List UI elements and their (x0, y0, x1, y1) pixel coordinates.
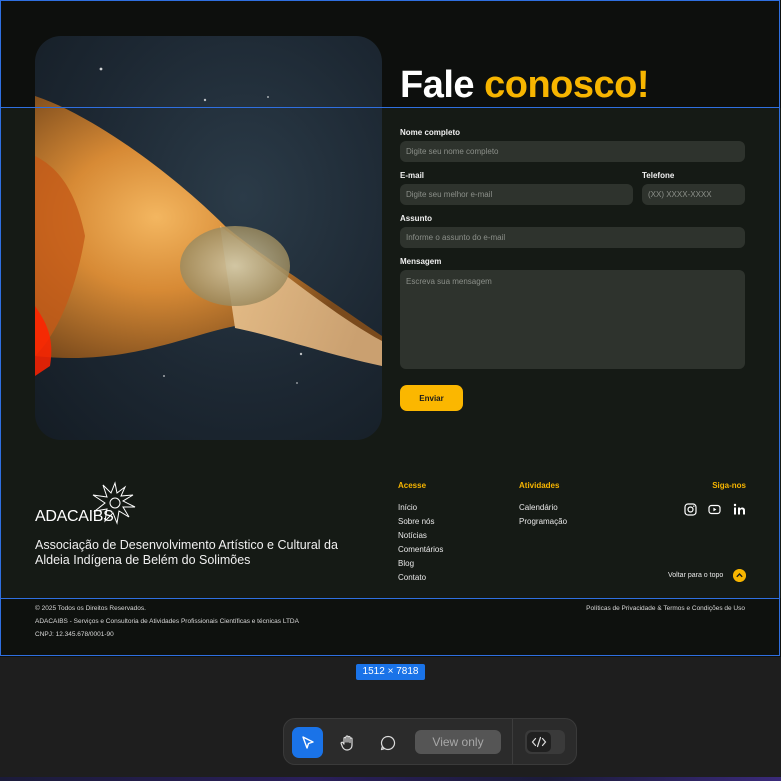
title-part-white: Fale (400, 64, 475, 106)
name-input[interactable] (400, 141, 745, 162)
code-toggle-knob (527, 732, 551, 752)
view-only-button[interactable]: View only (415, 730, 501, 754)
editor-toolbar: View only (283, 718, 577, 765)
logo-text: ADACAIBS (35, 508, 114, 525)
activities-title: Atividades (519, 481, 560, 490)
access-link-contato[interactable]: Contato (398, 571, 443, 585)
access-link-sobre[interactable]: Sobre nós (398, 515, 443, 529)
chevron-up-icon[interactable] (733, 569, 746, 582)
comment-tool-button[interactable] (372, 727, 403, 758)
frame-size-badge: 1512 × 7818 (356, 664, 425, 680)
email-input[interactable] (400, 184, 633, 205)
association-name: Associação de Desenvolvimento Artístico … (35, 538, 338, 567)
access-link-comentarios[interactable]: Comentários (398, 543, 443, 557)
access-link-inicio[interactable]: Início (398, 501, 443, 515)
access-link-noticias[interactable]: Notícias (398, 529, 443, 543)
activities-list: Calendário Programação (519, 501, 567, 529)
dolphin-photo (35, 36, 382, 440)
policies-link[interactable]: Políticas de Privacidade & Termos e Cond… (586, 605, 745, 612)
access-link-blog[interactable]: Blog (398, 557, 443, 571)
subject-label: Assunto (400, 214, 432, 223)
activities-link-calendario[interactable]: Calendário (519, 501, 567, 515)
back-to-top-label[interactable]: Voltar para o topo (668, 572, 723, 579)
social-title: Siga-nos (712, 481, 746, 490)
phone-input[interactable] (642, 184, 745, 205)
send-button[interactable]: Enviar (400, 385, 463, 411)
title-part-yellow: conosco! (484, 64, 650, 106)
access-list: Início Sobre nós Notícias Comentários Bl… (398, 501, 443, 585)
page-title: Fale conosco! (400, 64, 650, 107)
select-tool-button[interactable] (292, 727, 323, 758)
email-label: E-mail (400, 171, 425, 180)
activities-link-programacao[interactable]: Programação (519, 515, 567, 529)
copyright-text: © 2025 Todos os Direitos Reservados. (35, 605, 146, 612)
toolbar-divider (512, 719, 513, 764)
youtube-icon[interactable] (708, 503, 721, 516)
cnpj-text: CNPJ: 12.345.678/0001-90 (35, 631, 114, 638)
company-text: ADACAIBS - Serviços e Consultoria de Ati… (35, 618, 299, 625)
instagram-icon[interactable] (684, 503, 697, 516)
hand-icon (340, 734, 353, 751)
page-frame: Fale conosco! Nome completo E-mail Telef… (0, 0, 781, 657)
message-label: Mensagem (400, 257, 442, 266)
code-icon (531, 736, 547, 748)
hand-tool-button[interactable] (332, 727, 363, 758)
comment-icon (380, 735, 395, 750)
code-view-toggle[interactable] (525, 730, 565, 754)
name-label: Nome completo (400, 128, 461, 137)
cursor-icon (301, 735, 314, 749)
subject-input[interactable] (400, 227, 745, 248)
window-bottom-edge (0, 777, 781, 781)
phone-label: Telefone (642, 171, 675, 180)
message-textarea[interactable] (400, 270, 745, 369)
access-title: Acesse (398, 481, 427, 490)
linkedin-icon[interactable] (733, 503, 746, 516)
